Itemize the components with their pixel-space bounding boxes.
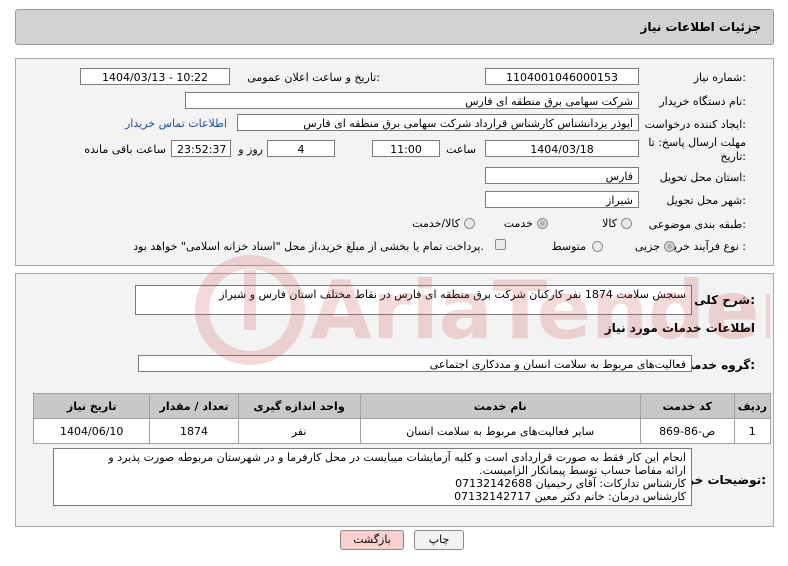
time-remaining-field: 23:52:37 xyxy=(171,140,231,157)
cell-need-date: 1404/06/10 xyxy=(32,418,151,444)
creator-field: ایوذر یزدانشناس کارشناس قرارداد شرکت سها… xyxy=(237,114,639,131)
treasury-payment-note: پرداخت تمام یا بخشی از مبلغ خرید،از محل … xyxy=(133,240,484,253)
buyer-notes-line: انجام این کار فقط به صورت قراردادی است و… xyxy=(108,451,686,464)
buyer-label: نام دستگاه خریدار: xyxy=(659,95,746,108)
city-label: شهر محل تحویل: xyxy=(666,194,746,207)
city-field: شیراز xyxy=(485,191,639,208)
column-header-unit: واحد اندازه گیری xyxy=(237,393,361,419)
process-radio-minor[interactable] xyxy=(664,241,675,252)
back-button[interactable]: بازگشت xyxy=(340,530,404,550)
deadline-label: مهلت ارسال پاسخ: تا تاریخ: xyxy=(648,136,746,164)
process-label: نوع فرآیند خرید : xyxy=(668,240,746,253)
page-header: جزئیات اطلاعات نیاز xyxy=(15,9,774,45)
page-title: جزئیات اطلاعات نیاز xyxy=(640,20,761,34)
deadline-date-field: 1404/03/18 xyxy=(485,140,639,157)
days-remaining-field: 4 xyxy=(267,140,335,157)
radio-selected-dot xyxy=(540,221,545,226)
province-field: فارس xyxy=(485,167,639,184)
category-label: طبقه بندی موضوعی: xyxy=(648,218,746,231)
deadline-label-line1: مهلت ارسال پاسخ: تا xyxy=(648,136,746,149)
column-header-quantity: تعداد / مقدار xyxy=(149,393,239,419)
category-radio-goods[interactable] xyxy=(621,218,632,229)
cell-unit: نفر xyxy=(237,418,361,444)
print-button[interactable]: چاپ xyxy=(414,530,464,550)
category-radio-service[interactable] xyxy=(537,218,548,229)
category-option-service: خدمت xyxy=(503,217,533,230)
services-section-title: اطلاعات خدمات مورد نیاز xyxy=(604,321,755,335)
buyer-notes-line: کارشناس درمان: خانم دکتر معین 0713214271… xyxy=(454,490,686,503)
radio-selected-dot xyxy=(667,244,672,249)
remaining-label: ساعت باقی مانده xyxy=(84,143,166,156)
column-header-row-number: ردیف xyxy=(733,393,772,419)
days-label: روز و xyxy=(238,143,263,156)
summary-field: سنجش سلامت 1874 نفر کارکنان شرکت برق منط… xyxy=(135,285,692,315)
province-label: استان محل تحویل: xyxy=(659,171,746,184)
creator-label: ایجاد کننده درخواست: xyxy=(644,118,746,131)
deadline-time-field: 11:00 xyxy=(372,140,440,157)
column-header-need-date: تاریخ نیاز xyxy=(32,393,151,419)
deadline-label-line2: تاریخ: xyxy=(720,150,746,163)
announce-label: تاریخ و ساعت اعلان عمومی: xyxy=(247,71,380,84)
cell-service-name: سایر فعالیت‌های مربوط به سلامت انسان xyxy=(359,418,641,444)
services-table: ردیف کد خدمت نام خدمت واحد اندازه گیری ت… xyxy=(32,393,772,444)
cell-quantity: 1874 xyxy=(149,418,239,444)
announce-field: 1404/03/13 - 10:22 xyxy=(80,68,230,85)
buyer-contact-link[interactable]: اطلاعات تماس خریدار xyxy=(125,117,227,130)
column-header-service-code: کد خدمت xyxy=(639,393,735,419)
column-header-service-name: نام خدمت xyxy=(359,393,641,419)
buyer-notes-field: انجام این کار فقط به صورت قراردادی است و… xyxy=(53,448,692,506)
buyer-field: شرکت سهامی برق منطقه ای فارس xyxy=(185,92,639,109)
table-row: 1 ص-86-869 سایر فعالیت‌های مربوط به سلام… xyxy=(32,418,772,444)
time-label: ساعت xyxy=(446,143,476,156)
buyer-notes-line: ارائه مفاصا حساب توسط پیمانکار الزامیست. xyxy=(479,464,686,477)
table-header-row: ردیف کد خدمت نام خدمت واحد اندازه گیری ت… xyxy=(32,393,772,419)
category-radio-goods-service[interactable] xyxy=(464,218,475,229)
process-option-minor: جزیی xyxy=(634,240,660,253)
cell-service-code: ص-86-869 xyxy=(639,418,735,444)
cell-row-number: 1 xyxy=(733,418,772,444)
buyer-notes-line: کارشناس تدارکات: آقای رحیمیان 0713214268… xyxy=(455,477,686,490)
process-radio-medium[interactable] xyxy=(592,241,603,252)
service-group-label: گروه خدمت: xyxy=(681,358,755,372)
category-option-goods-service: کالا/خدمت xyxy=(412,217,460,230)
need-number-field: 1104001046000153 xyxy=(485,68,639,85)
process-option-medium: متوسط xyxy=(551,240,586,253)
service-group-field: فعالیت‌های مربوط به سلامت انسان و مددکار… xyxy=(138,355,692,372)
need-number-label: شماره نیاز: xyxy=(693,71,746,84)
category-option-goods: کالا xyxy=(602,217,617,230)
treasury-payment-checkbox[interactable] xyxy=(495,239,506,250)
